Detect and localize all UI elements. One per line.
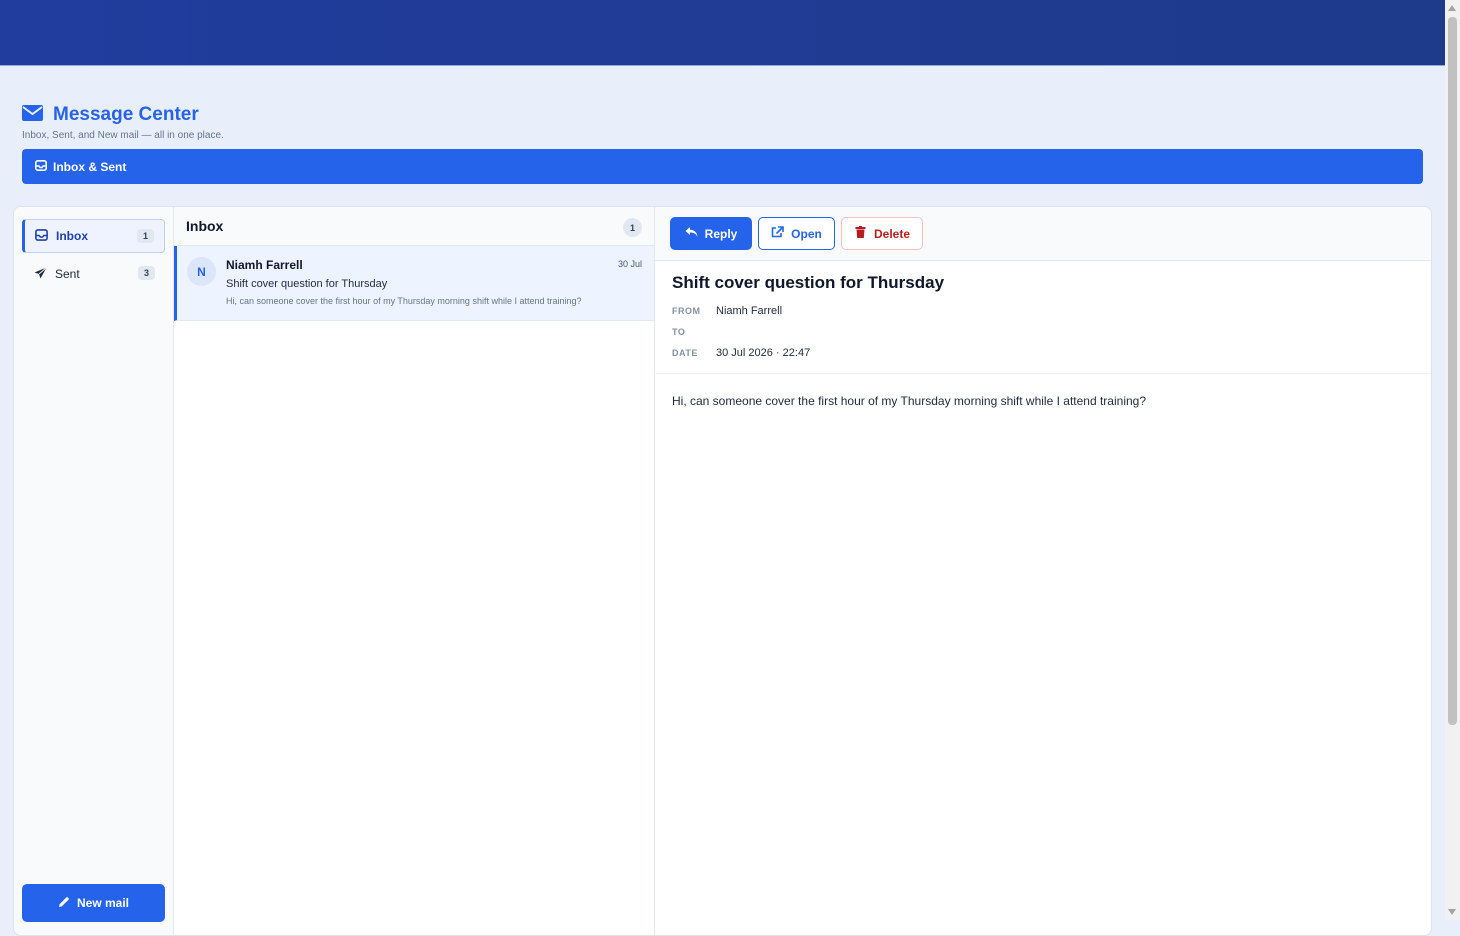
avatar: N [187, 257, 216, 286]
sidebar-item-inbox[interactable]: Inbox 1 [22, 219, 165, 253]
mail-panel: Inbox 1 Sent 3 New mail Inbox 1 N Niamh … [13, 206, 1432, 936]
list-title: Inbox [186, 218, 224, 234]
delete-label: Delete [873, 226, 911, 241]
reader-divider [655, 373, 1431, 374]
message-subject: Shift cover question for Thursday [226, 278, 388, 290]
scroll-up-arrow-icon[interactable] [1448, 5, 1456, 11]
sidebar-item-sent[interactable]: Sent 3 [22, 257, 165, 291]
folder-count-badge: 1 [136, 229, 154, 243]
envelope-icon [22, 104, 43, 126]
tab-inbox-sent[interactable]: Inbox & Sent [22, 149, 1423, 184]
pencil-icon [58, 896, 70, 911]
meta-from-value: Niamh Farrell [716, 304, 783, 317]
top-banner [0, 0, 1445, 66]
open-button[interactable]: Open [758, 217, 835, 250]
meta-date-value: 30 Jul 2026 · 22:47 [716, 346, 811, 359]
page-header: Message Center Inbox, Sent, and New mail… [22, 104, 224, 141]
new-mail-label: New mail [76, 896, 130, 910]
message-list-header: Inbox 1 [174, 207, 654, 246]
message-list: Inbox 1 N Niamh Farrell 30 Jul Shift cov… [174, 207, 655, 935]
meta-date-label: DATE [672, 347, 698, 358]
message-preview: Hi, can someone cover the first hour of … [226, 296, 582, 306]
scroll-thumb[interactable] [1448, 17, 1457, 725]
folder-sidebar: Inbox 1 Sent 3 New mail [14, 207, 174, 935]
message-detail-subject: Shift cover question for Thursday [672, 273, 945, 292]
tab-label: Inbox & Sent [53, 159, 127, 174]
meta-from-label: FROM [672, 305, 701, 316]
meta-to-label: TO [672, 326, 686, 337]
page-scrollbar[interactable] [1445, 0, 1460, 920]
open-label: Open [791, 226, 822, 241]
list-count-badge: 1 [623, 218, 642, 237]
reader-toolbar: Reply Open Delete [655, 207, 1431, 261]
external-link-icon [771, 226, 784, 241]
message-meta: FROM Niamh Farrell TO DATE 30 Jul 2026 ·… [672, 300, 944, 363]
meta-date-row: DATE 30 Jul 2026 · 22:47 [672, 342, 944, 363]
meta-from-row: FROM Niamh Farrell [672, 300, 944, 321]
delete-button[interactable]: Delete [841, 217, 923, 250]
meta-to-row: TO [672, 321, 944, 342]
page-title: Message Center [53, 104, 199, 125]
new-mail-button[interactable]: New mail [22, 884, 165, 922]
message-sender: Niamh Farrell [226, 258, 303, 272]
page-subtitle: Inbox, Sent, and New mail — all in one p… [22, 130, 224, 141]
reply-arrow-icon [685, 226, 698, 241]
reply-button[interactable]: Reply [670, 217, 752, 250]
message-body: Hi, can someone cover the first hour of … [672, 394, 1147, 408]
message-date: 30 Jul [617, 259, 642, 269]
sidebar-item-label: Sent [55, 267, 80, 281]
message-detail: Shift cover question for Thursday FROM N… [672, 273, 944, 363]
message-row[interactable]: N Niamh Farrell 30 Jul Shift cover quest… [174, 246, 654, 321]
trash-icon [854, 226, 867, 241]
inbox-icon [35, 159, 47, 174]
scroll-down-arrow-icon[interactable] [1448, 909, 1456, 915]
folder-count-badge: 3 [137, 266, 155, 280]
sidebar-item-label: Inbox [56, 229, 88, 243]
reading-pane: Reply Open Delete Shift cover question f… [655, 207, 1431, 935]
inbox-icon [35, 228, 48, 244]
reply-label: Reply [704, 226, 738, 241]
paper-plane-icon [34, 266, 47, 282]
